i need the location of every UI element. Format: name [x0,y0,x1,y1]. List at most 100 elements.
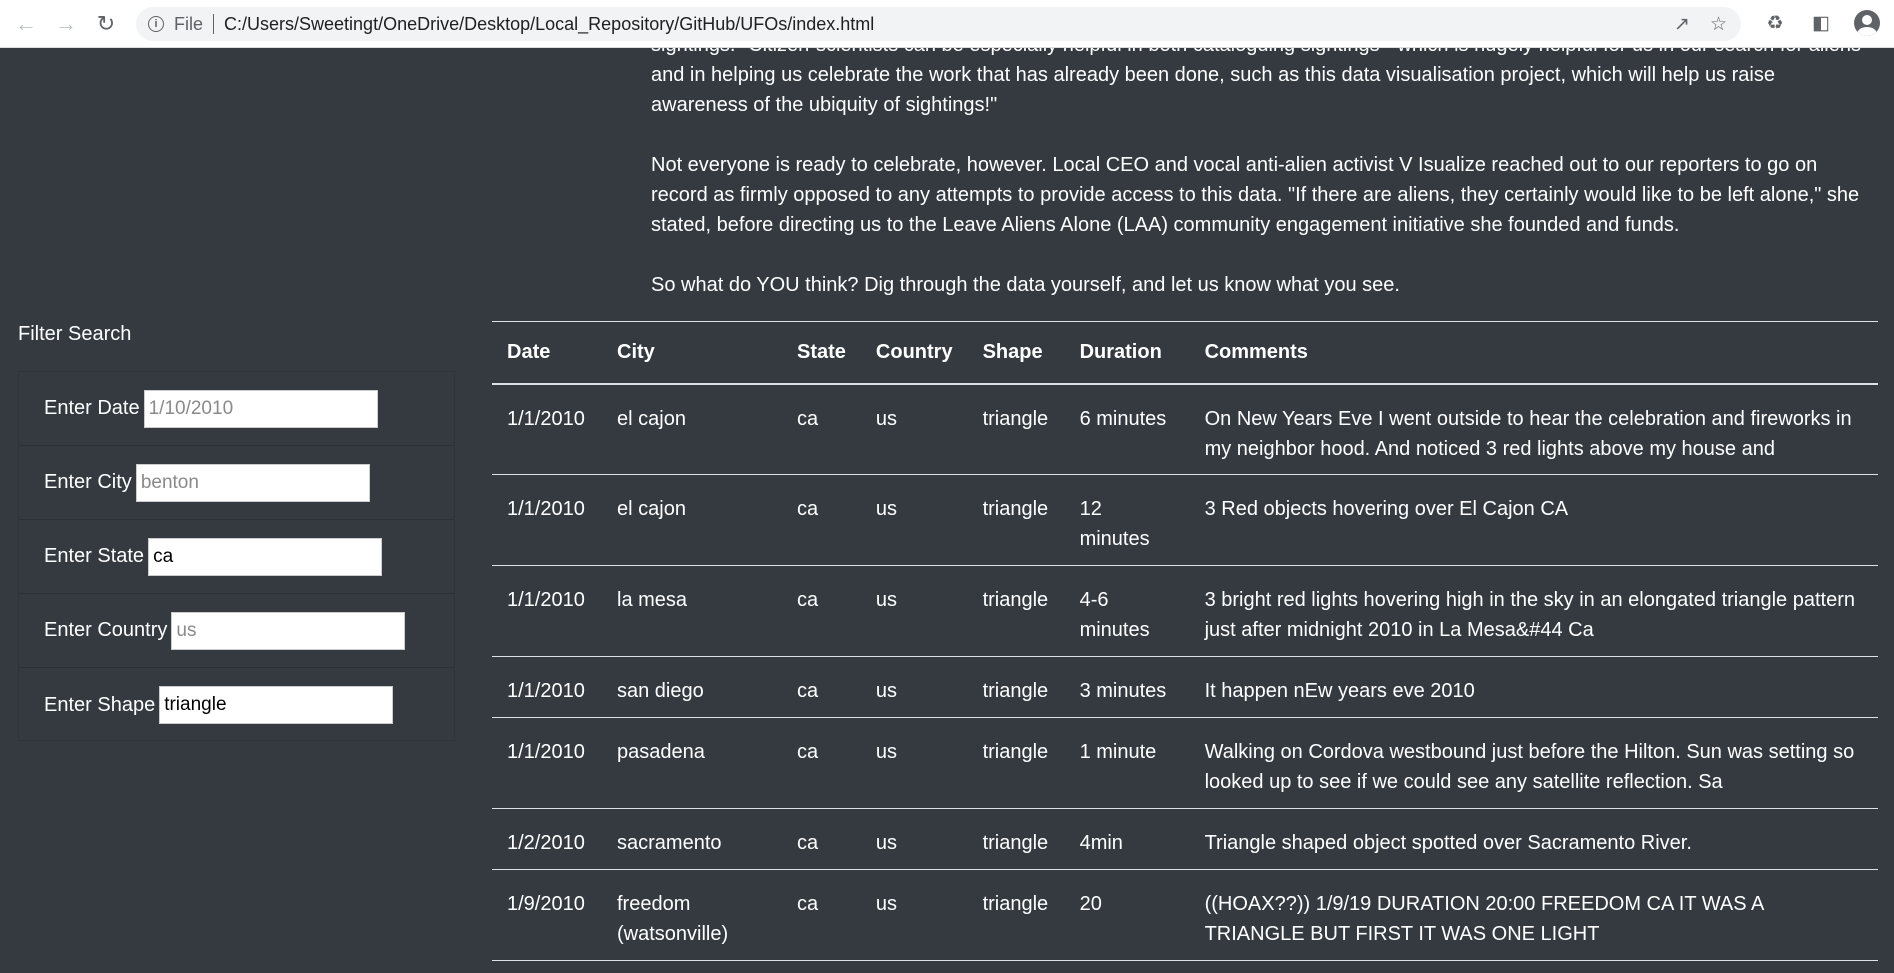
article-paragraph: Not everyone is ready to celebrate, howe… [651,154,1860,236]
cell-date: 1/1/2010 [507,498,585,520]
cell-state: ca [797,680,819,702]
cell-duration: 6 minutes [1079,407,1167,430]
cell-comments: 3 bright red lights hovering high in the… [1204,589,1855,641]
table-header-row: Date City State Country Shape Duration C… [492,321,1878,384]
cell-country: us [875,498,898,520]
cell-city: freedom (watsonville) [617,893,729,945]
ufo-table: Date City State Country Shape Duration C… [492,321,1878,961]
cell-shape: triangle [982,407,1049,430]
cell-country: us [875,832,898,854]
cell-comments: Walking on Cordova westbound just before… [1204,741,1855,793]
header-comments: Comments [1204,340,1308,363]
cell-shape: triangle [982,680,1049,702]
date-label: Enter Date [44,397,140,419]
cell-shape: triangle [982,893,1049,915]
cell-comments: 3 Red objects hovering over El Cajon CA [1204,498,1569,520]
cell-comments: Triangle shaped object spotted over Sacr… [1204,832,1692,854]
share-icon[interactable]: ↗ [1674,13,1690,36]
shape-input[interactable] [159,686,394,724]
cell-date: 1/1/2010 [507,589,585,611]
forward-icon[interactable]: → [52,10,80,38]
header-state: State [797,340,846,363]
cell-duration: 3 minutes [1079,680,1167,702]
cell-duration: 4-6 minutes [1079,589,1150,641]
cell-comments: On New Years Eve I went outside to hear … [1204,407,1852,460]
address-bar[interactable]: i File C:/Users/Sweetingt/OneDrive/Deskt… [136,7,1741,41]
profile-avatar-icon[interactable] [1854,10,1880,36]
filter-row-date: Enter Date [19,372,454,446]
divider [213,14,215,34]
city-label: Enter City [44,471,132,493]
cell-state: ca [797,407,819,430]
cell-city: la mesa [617,589,688,611]
filter-title: Filter Search [18,323,132,345]
cell-comments: ((HOAX??)) 1/9/19 DURATION 20:00 FREEDOM… [1204,893,1764,945]
city-input[interactable] [135,463,370,502]
filter-row-state: Enter State [19,520,454,594]
table-row: 1/2/2010 sacramento ca us triangle 4min … [492,809,1878,870]
cell-date: 1/1/2010 [507,741,585,763]
header-country: Country [875,340,953,363]
cell-city: el cajon [617,498,686,520]
cell-duration: 1 minute [1079,741,1157,763]
filter-row-country: Enter Country [19,594,454,668]
cell-state: ca [797,589,819,611]
table-row: 1/1/2010 el cajon ca us triangle 12 minu… [492,475,1878,566]
state-input[interactable] [148,537,383,576]
cell-duration: 4min [1079,832,1123,854]
country-label: Enter Country [44,619,168,641]
cell-country: us [875,741,898,763]
bookmark-star-icon[interactable]: ☆ [1710,13,1727,36]
scheme-label: File [174,13,204,34]
state-label: Enter State [44,545,145,567]
cell-country: us [875,893,898,915]
table-row: 1/9/2010 freedom (watsonville) ca us tri… [492,870,1878,961]
cell-city: pasadena [617,741,705,763]
cell-date: 1/2/2010 [507,832,585,854]
cell-state: ca [797,832,819,854]
cell-country: us [875,589,898,611]
ufo-table-container: Date City State Country Shape Duration C… [492,321,1878,961]
article-text: sightings. "Citizen-scientists can be es… [651,30,1875,330]
cell-duration: 12 minutes [1079,498,1150,550]
cell-city: el cajon [617,407,686,430]
reload-icon[interactable]: ↻ [92,10,120,38]
shape-label: Enter Shape [44,693,156,716]
header-duration: Duration [1079,340,1162,363]
table-row: 1/1/2010 san diego ca us triangle 3 minu… [492,657,1878,718]
url-text[interactable]: C:/Users/Sweetingt/OneDrive/Desktop/Loca… [224,14,874,35]
header-date: Date [507,340,551,363]
info-icon[interactable]: i [148,16,164,32]
cell-country: us [875,407,898,430]
side-panel-icon[interactable]: ◧ [1808,10,1834,36]
country-input[interactable] [171,611,406,650]
cell-city: san diego [617,680,704,702]
table-row: 1/1/2010 el cajon ca us triangle 6 minut… [492,384,1878,475]
header-city: City [617,340,655,363]
table-row: 1/1/2010 pasadena ca us triangle 1 minut… [492,718,1878,809]
date-input[interactable] [143,389,378,428]
extensions-icon[interactable]: ♻ [1762,10,1788,36]
header-shape: Shape [982,340,1043,363]
article-paragraph: So what do YOU think? Dig through the da… [651,274,1400,296]
filter-row-city: Enter City [19,446,454,520]
filter-row-shape: Enter Shape [19,668,454,742]
cell-country: us [875,680,898,702]
cell-date: 1/1/2010 [507,407,585,430]
cell-shape: triangle [982,498,1049,520]
back-icon[interactable]: ← [12,10,40,38]
filter-panel: Enter Date Enter City Enter State Enter … [18,371,455,741]
cell-date: 1/9/2010 [507,893,585,915]
cell-state: ca [797,498,819,520]
cell-shape: triangle [982,589,1049,611]
cell-city: sacramento [617,832,722,854]
cell-date: 1/1/2010 [507,680,585,702]
cell-comments: It happen nEw years eve 2010 [1204,680,1475,702]
cell-shape: triangle [982,832,1049,854]
cell-state: ca [797,893,819,915]
cell-state: ca [797,741,819,763]
cell-duration: 20 [1079,893,1102,915]
table-row: 1/1/2010 la mesa ca us triangle 4-6 minu… [492,566,1878,657]
cell-shape: triangle [982,741,1049,763]
browser-toolbar: ← → ↻ i File C:/Users/Sweetingt/OneDrive… [0,0,1894,48]
